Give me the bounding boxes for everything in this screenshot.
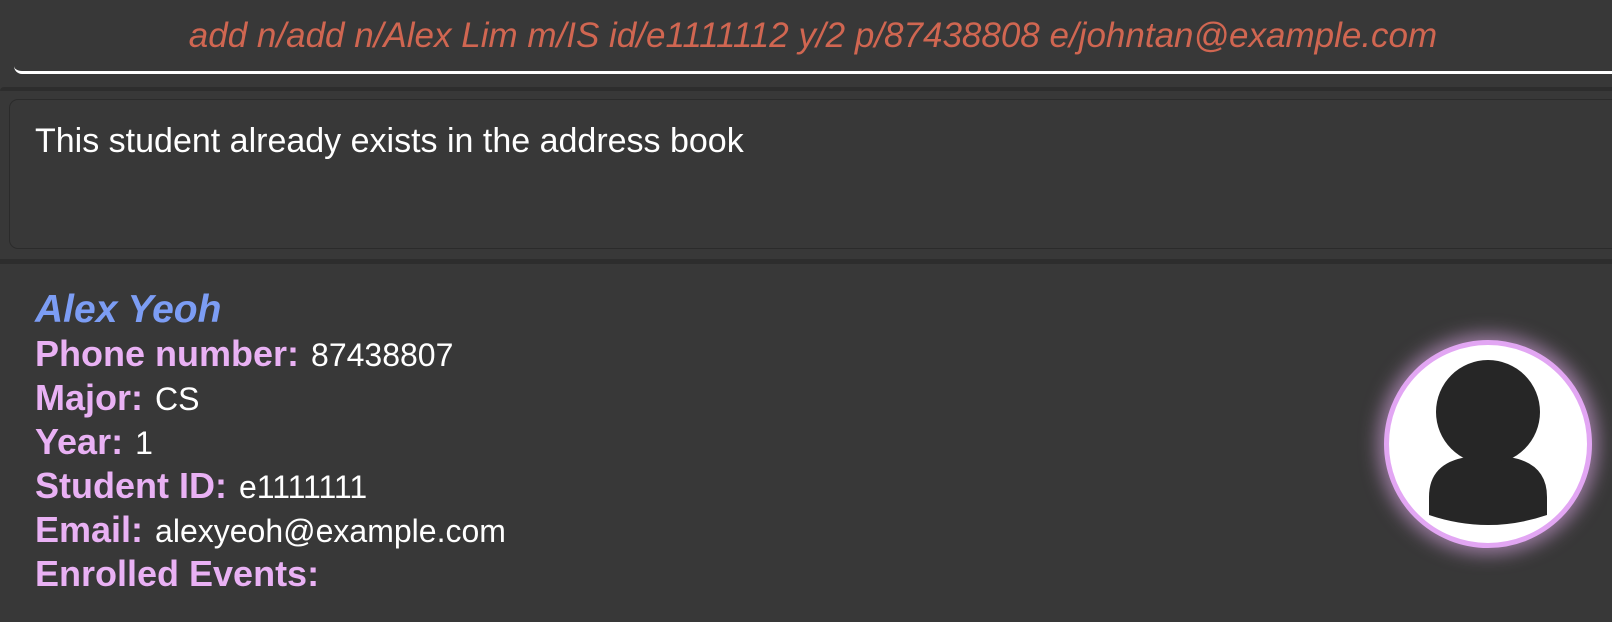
person-name: Alex Yeoh: [35, 288, 222, 331]
student-id-label: Student ID:: [35, 465, 227, 506]
email-value: alexyeoh@example.com: [155, 513, 506, 549]
student-id-row: Student ID: e1111111: [35, 465, 367, 507]
result-display[interactable]: This student already exists in the addre…: [9, 99, 1612, 249]
phone-row: Phone number: 87438807: [35, 333, 453, 375]
year-value: 1: [135, 425, 153, 461]
command-input[interactable]: [14, 0, 1612, 72]
result-message: This student already exists in the addre…: [35, 122, 744, 160]
major-value: CS: [155, 381, 200, 417]
enrolled-events-row: Enrolled Events:: [35, 553, 319, 595]
person-card[interactable]: Alex Yeoh Phone number: 87438807 Major: …: [0, 264, 1612, 622]
user-avatar-icon-graphic: [1429, 360, 1547, 525]
year-row: Year: 1: [35, 421, 153, 463]
enrolled-events-label: Enrolled Events:: [35, 553, 320, 594]
student-id-value: e1111111: [238, 469, 368, 505]
phone-label: Phone number:: [35, 333, 300, 374]
command-box[interactable]: [14, 0, 1612, 74]
email-row: Email: alexyeoh@example.com: [35, 509, 506, 551]
phone-value: 87438807: [311, 337, 454, 373]
major-row: Major: CS: [35, 377, 199, 419]
year-label: Year:: [35, 421, 124, 462]
major-label: Major:: [35, 377, 143, 418]
app-window: This student already exists in the addre…: [0, 0, 1612, 622]
result-display-area: This student already exists in the addre…: [0, 91, 1612, 257]
command-area: [0, 0, 1612, 86]
email-label: Email:: [35, 509, 144, 550]
user-avatar-icon: [1384, 340, 1592, 548]
